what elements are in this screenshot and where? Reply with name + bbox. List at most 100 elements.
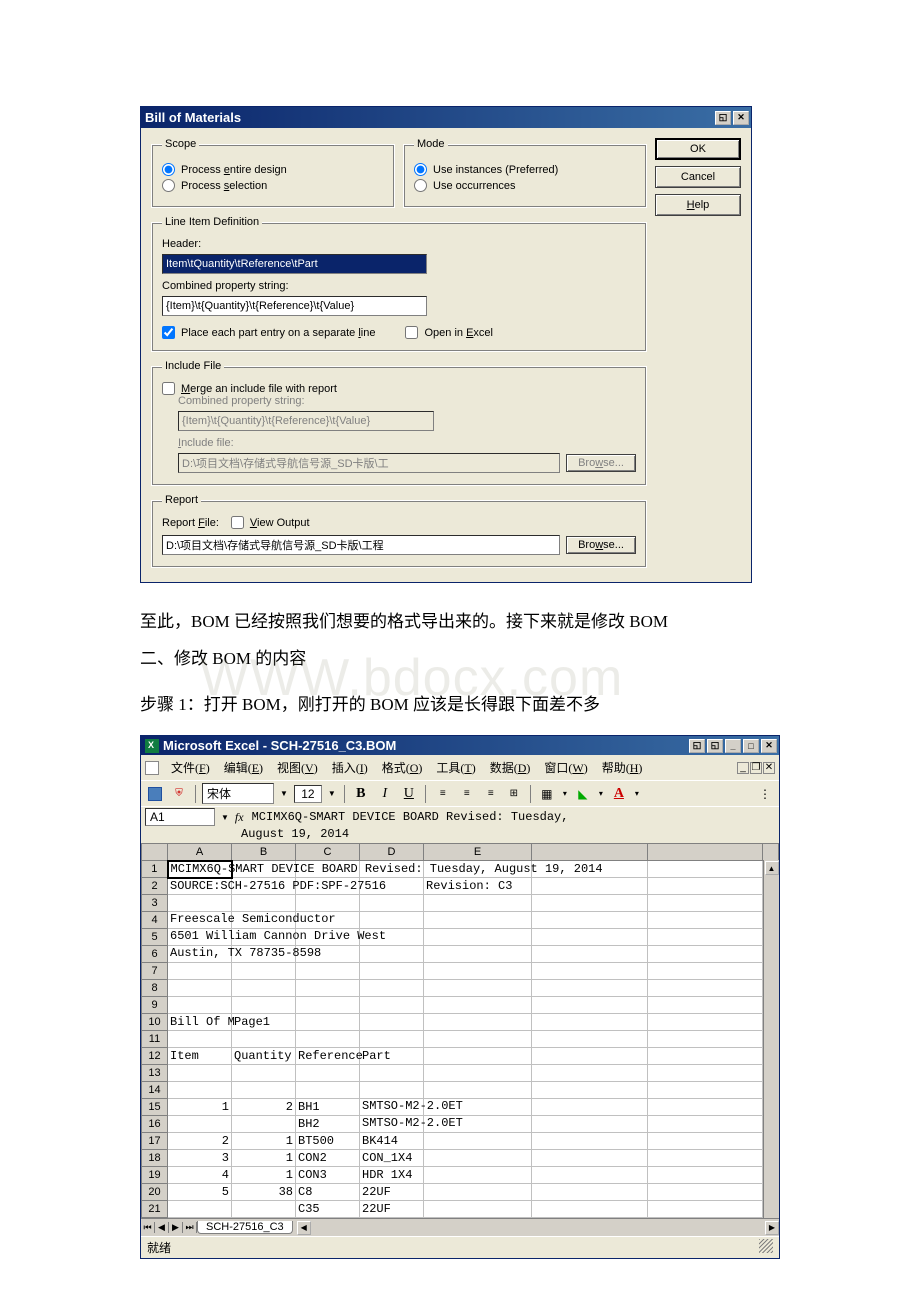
- mode-occurrences-input[interactable]: [414, 179, 427, 192]
- cell[interactable]: [360, 912, 424, 929]
- row-header[interactable]: 5: [142, 929, 168, 946]
- cell[interactable]: Bill Of M: [168, 1014, 232, 1031]
- resize-grip[interactable]: [759, 1239, 773, 1253]
- cell[interactable]: [647, 980, 763, 997]
- doc-max[interactable]: ❐: [750, 762, 762, 774]
- row-header[interactable]: 4: [142, 912, 168, 929]
- row-header[interactable]: 1: [142, 861, 168, 878]
- cell[interactable]: [296, 895, 360, 912]
- cell[interactable]: [532, 1167, 648, 1184]
- font-color-button[interactable]: A: [609, 784, 629, 804]
- cell[interactable]: [168, 895, 232, 912]
- tab-first[interactable]: ⏮: [141, 1222, 155, 1233]
- row-header[interactable]: 8: [142, 980, 168, 997]
- cell[interactable]: SMTSO-M2-2.0ET: [360, 1099, 424, 1116]
- cell[interactable]: [532, 912, 648, 929]
- cell[interactable]: 1: [232, 1150, 296, 1167]
- cell[interactable]: [424, 997, 532, 1014]
- table-row[interactable]: 20538C822UF: [142, 1184, 779, 1201]
- menu-view[interactable]: 视图(V): [271, 757, 324, 778]
- cell[interactable]: [168, 1116, 232, 1133]
- cell[interactable]: [232, 1116, 296, 1133]
- excel-max[interactable]: □: [743, 739, 759, 753]
- cell[interactable]: [168, 997, 232, 1014]
- select-all[interactable]: [142, 844, 168, 861]
- table-row[interactable]: 21C3522UF: [142, 1201, 779, 1218]
- cell[interactable]: [232, 1201, 296, 1218]
- cell[interactable]: [532, 1014, 648, 1031]
- cell[interactable]: [168, 980, 232, 997]
- help-button[interactable]: Help: [655, 194, 741, 216]
- cell[interactable]: [647, 878, 763, 895]
- row-header[interactable]: 9: [142, 997, 168, 1014]
- menu-data[interactable]: 数据(D): [484, 757, 537, 778]
- cell[interactable]: [168, 1201, 232, 1218]
- cell[interactable]: [424, 1014, 532, 1031]
- row-header[interactable]: 2: [142, 878, 168, 895]
- row-header[interactable]: 12: [142, 1048, 168, 1065]
- row-header[interactable]: 19: [142, 1167, 168, 1184]
- table-row[interactable]: 4Freescale Semiconductor: [142, 912, 779, 929]
- cell[interactable]: [168, 1082, 232, 1099]
- cell[interactable]: [296, 997, 360, 1014]
- row-header[interactable]: 11: [142, 1031, 168, 1048]
- cell[interactable]: [360, 895, 424, 912]
- cell[interactable]: [232, 895, 296, 912]
- cell[interactable]: [360, 997, 424, 1014]
- cell[interactable]: [360, 946, 424, 963]
- cell[interactable]: [168, 1031, 232, 1048]
- menu-window[interactable]: 窗口(W): [538, 757, 593, 778]
- cell[interactable]: [647, 1133, 763, 1150]
- cell[interactable]: [296, 1082, 360, 1099]
- cell[interactable]: [360, 1031, 424, 1048]
- cell[interactable]: [424, 963, 532, 980]
- cell[interactable]: 22UF: [360, 1201, 424, 1218]
- merge-input[interactable]: [162, 382, 175, 395]
- cell[interactable]: [532, 1082, 648, 1099]
- row-header[interactable]: 20: [142, 1184, 168, 1201]
- cell[interactable]: BH2: [296, 1116, 360, 1133]
- cell[interactable]: [232, 997, 296, 1014]
- cell[interactable]: [232, 963, 296, 980]
- cell[interactable]: [532, 1031, 648, 1048]
- cell[interactable]: [647, 1116, 763, 1133]
- table-row[interactable]: 1512BH1SMTSO-M2-2.0ET: [142, 1099, 779, 1116]
- col-header-d[interactable]: D: [360, 844, 424, 861]
- cell[interactable]: 1: [168, 1099, 232, 1116]
- table-row[interactable]: 8: [142, 980, 779, 997]
- cell[interactable]: [424, 980, 532, 997]
- underline-button[interactable]: U: [399, 784, 419, 804]
- cell[interactable]: [532, 878, 648, 895]
- cell[interactable]: [424, 1082, 532, 1099]
- row-header[interactable]: 13: [142, 1065, 168, 1082]
- cell[interactable]: [232, 1031, 296, 1048]
- cell[interactable]: [360, 980, 424, 997]
- cell[interactable]: [532, 997, 648, 1014]
- place-each-check[interactable]: Place each part entry on a separate line: [162, 326, 375, 339]
- cell[interactable]: [424, 946, 532, 963]
- excel-restore-b[interactable]: ◱: [707, 739, 723, 753]
- col-header-c[interactable]: C: [296, 844, 360, 861]
- row-header[interactable]: 18: [142, 1150, 168, 1167]
- mode-instances-radio[interactable]: Use instances (Preferred): [414, 163, 636, 176]
- align-right-button[interactable]: ≡: [480, 784, 500, 804]
- cell[interactable]: [360, 963, 424, 980]
- cell[interactable]: MCIMX6Q-SMART DEVICE BOARD Revised: Tues…: [168, 861, 232, 878]
- table-row[interactable]: 1831CON2CON_1X4: [142, 1150, 779, 1167]
- cell[interactable]: HDR 1X4: [360, 1167, 424, 1184]
- cell[interactable]: [532, 1150, 648, 1167]
- row-header[interactable]: 6: [142, 946, 168, 963]
- cell[interactable]: [168, 1065, 232, 1082]
- cell[interactable]: [424, 1048, 532, 1065]
- cell[interactable]: [424, 1184, 532, 1201]
- cell[interactable]: [296, 963, 360, 980]
- save-button-tb[interactable]: [145, 784, 165, 804]
- row-header[interactable]: 15: [142, 1099, 168, 1116]
- cell[interactable]: BT500: [296, 1133, 360, 1150]
- cell[interactable]: CON3: [296, 1167, 360, 1184]
- doc-restore[interactable]: _: [737, 762, 749, 774]
- name-box[interactable]: A1: [145, 808, 215, 826]
- col-header-b[interactable]: B: [232, 844, 296, 861]
- cell[interactable]: 3: [168, 1150, 232, 1167]
- table-row[interactable]: 1941CON3HDR 1X4: [142, 1167, 779, 1184]
